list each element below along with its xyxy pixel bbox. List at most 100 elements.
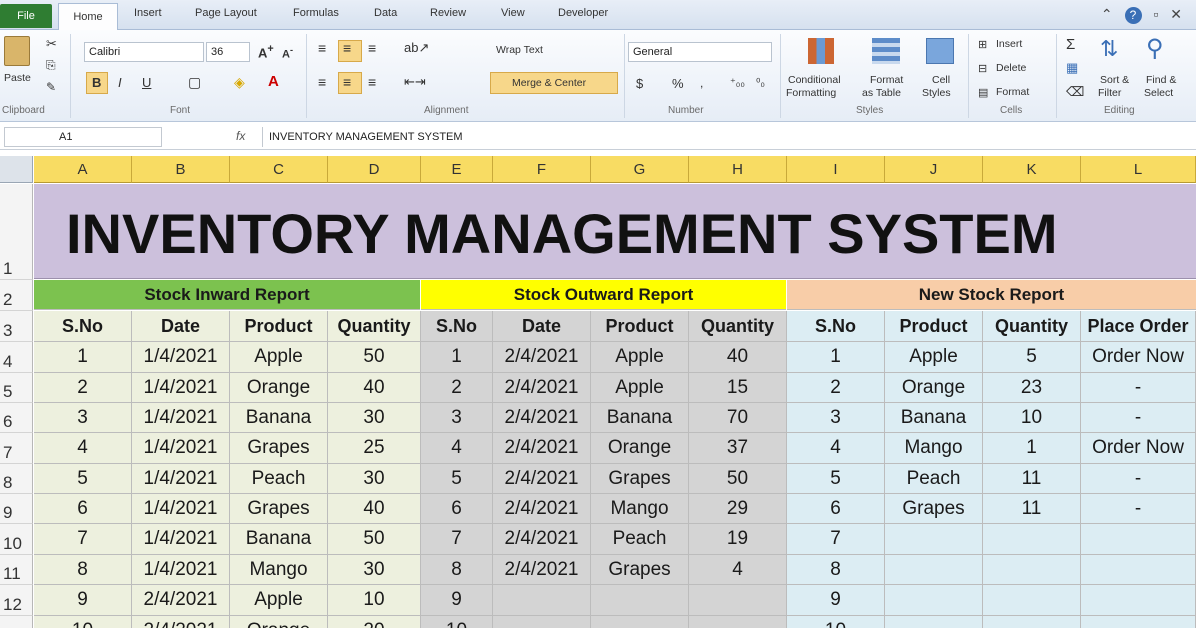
inward-column-header[interactable]: Product	[230, 311, 328, 342]
column-header-g[interactable]: G	[591, 156, 689, 183]
new-stock-table-cell[interactable]: Order Now	[1081, 342, 1196, 373]
align-middle-icon[interactable]: ≡	[343, 40, 351, 56]
select-all-corner[interactable]	[0, 156, 33, 183]
align-center-icon[interactable]: ≡	[343, 74, 351, 90]
align-left-icon[interactable]: ≡	[318, 74, 326, 90]
delete-cells-icon[interactable]: ⊟	[978, 62, 987, 75]
format-as-table-button[interactable]: Format	[870, 74, 903, 86]
new-stock-table-cell[interactable]: -	[1081, 494, 1196, 524]
outward-table-cell[interactable]: Orange	[591, 433, 689, 464]
outward-column-header[interactable]: Date	[493, 311, 591, 342]
new-stock-table-cell[interactable]: Banana	[885, 403, 983, 433]
inward-table-cell[interactable]: 9	[34, 585, 132, 616]
delete-cells-button[interactable]: Delete	[996, 62, 1026, 74]
sort-filter-button[interactable]: Sort &	[1100, 74, 1129, 86]
new-stock-table-cell[interactable]: 10	[983, 403, 1081, 433]
inward-table-cell[interactable]: 30	[328, 555, 421, 585]
paste-button[interactable]: Paste	[4, 72, 31, 84]
new-stock-table-cell[interactable]: 23	[983, 373, 1081, 403]
section-inward-band[interactable]: Stock Inward Report	[34, 280, 420, 310]
inward-table-cell[interactable]: 3	[34, 403, 132, 433]
new-stock-table-cell[interactable]: 1	[787, 342, 885, 373]
minimize-ribbon-icon[interactable]: ⌃	[1101, 6, 1113, 22]
align-right-icon[interactable]: ≡	[368, 74, 376, 90]
inward-table-cell[interactable]: 10	[328, 585, 421, 616]
tab-page-layout[interactable]: Page Layout	[195, 7, 257, 19]
inward-table-cell[interactable]: Orange	[230, 373, 328, 403]
underline-button[interactable]: U	[142, 75, 151, 90]
outward-table-cell[interactable]: 8	[421, 555, 493, 585]
tab-file[interactable]: File	[0, 4, 52, 28]
outward-table-cell[interactable]	[591, 616, 689, 628]
outward-column-header[interactable]: Product	[591, 311, 689, 342]
outward-table-cell[interactable]: Apple	[591, 342, 689, 373]
inward-table-cell[interactable]: 1	[34, 342, 132, 373]
outward-table-cell[interactable]: 37	[689, 433, 787, 464]
orientation-icon[interactable]: ab↗	[404, 40, 429, 56]
new-stock-table-cell[interactable]	[1081, 616, 1196, 628]
outward-table-cell[interactable]: 2	[421, 373, 493, 403]
column-header-d[interactable]: D	[328, 156, 421, 183]
row-header[interactable]: 13	[0, 616, 33, 628]
outward-table-cell[interactable]: 2/4/2021	[493, 524, 591, 555]
tab-view[interactable]: View	[501, 7, 525, 19]
row-header[interactable]: 6	[0, 403, 33, 433]
new-stock-table-cell[interactable]: 9	[787, 585, 885, 616]
tab-developer[interactable]: Developer	[558, 7, 608, 19]
outward-table-cell[interactable]: 7	[421, 524, 493, 555]
inward-table-cell[interactable]: 1/4/2021	[132, 403, 230, 433]
font-name-select[interactable]: Calibri	[84, 42, 204, 62]
outward-table-cell[interactable]: 6	[421, 494, 493, 524]
outward-table-cell[interactable]: 2/4/2021	[493, 555, 591, 585]
inward-table-cell[interactable]: 1/4/2021	[132, 342, 230, 373]
row-header[interactable]: 2	[0, 280, 33, 311]
fill-icon[interactable]: ▦	[1066, 60, 1078, 76]
inward-table-cell[interactable]: Apple	[230, 342, 328, 373]
find-select-icon[interactable]: ⚲	[1146, 34, 1164, 63]
row-header[interactable]: 4	[0, 342, 33, 373]
row-header[interactable]: 1	[0, 184, 33, 280]
new-stock-table-cell[interactable]: 5	[983, 342, 1081, 373]
new-stock-table-cell[interactable]	[885, 524, 983, 555]
inward-table-cell[interactable]: Peach	[230, 464, 328, 494]
section-new-stock-band[interactable]: New Stock Report	[787, 280, 1196, 310]
new-stock-table-cell[interactable]: 7	[787, 524, 885, 555]
tab-formulas[interactable]: Formulas	[293, 7, 339, 19]
find-select-button[interactable]: Find &	[1146, 74, 1176, 86]
cell-styles-button[interactable]: Cell	[932, 74, 950, 86]
outward-table-cell[interactable]: Banana	[591, 403, 689, 433]
insert-cells-button[interactable]: Insert	[996, 38, 1022, 50]
new-stock-table-cell[interactable]	[983, 524, 1081, 555]
new-stock-column-header[interactable]: S.No	[787, 311, 885, 342]
new-stock-table-cell[interactable]: 10	[787, 616, 885, 628]
format-painter-icon[interactable]: ✎	[46, 80, 56, 94]
inward-column-header[interactable]: Quantity	[328, 311, 421, 342]
outward-table-cell[interactable]: 10	[421, 616, 493, 628]
new-stock-table-cell[interactable]: Peach	[885, 464, 983, 494]
percent-button[interactable]: %	[672, 76, 684, 91]
tab-data[interactable]: Data	[374, 7, 397, 19]
new-stock-table-cell[interactable]	[983, 585, 1081, 616]
column-header-j[interactable]: J	[885, 156, 983, 183]
new-stock-table-cell[interactable]	[1081, 524, 1196, 555]
new-stock-table-cell[interactable]	[983, 616, 1081, 628]
merge-center-button[interactable]: Merge & Center	[512, 77, 586, 89]
inward-table-cell[interactable]: 2/4/2021	[132, 616, 230, 628]
new-stock-column-header[interactable]: Product	[885, 311, 983, 342]
fill-color-icon[interactable]: ◈	[234, 74, 245, 91]
italic-button[interactable]: I	[118, 75, 122, 90]
inward-table-cell[interactable]: 1/4/2021	[132, 373, 230, 403]
outward-table-cell[interactable]: 2/4/2021	[493, 403, 591, 433]
new-stock-table-cell[interactable]: 11	[983, 464, 1081, 494]
column-header-b[interactable]: B	[132, 156, 230, 183]
cut-icon[interactable]: ✂	[46, 36, 57, 52]
sort-filter-icon[interactable]: ⇅	[1100, 36, 1118, 62]
outward-table-cell[interactable]: 29	[689, 494, 787, 524]
new-stock-table-cell[interactable]	[885, 585, 983, 616]
row-header[interactable]: 12	[0, 585, 33, 616]
decrease-decimal-icon[interactable]: ⁰₀	[756, 76, 765, 89]
shrink-font-icon[interactable]: A-	[282, 45, 293, 61]
new-stock-table-cell[interactable]	[885, 616, 983, 628]
outward-column-header[interactable]: Quantity	[689, 311, 787, 342]
paste-icon[interactable]	[4, 36, 30, 66]
